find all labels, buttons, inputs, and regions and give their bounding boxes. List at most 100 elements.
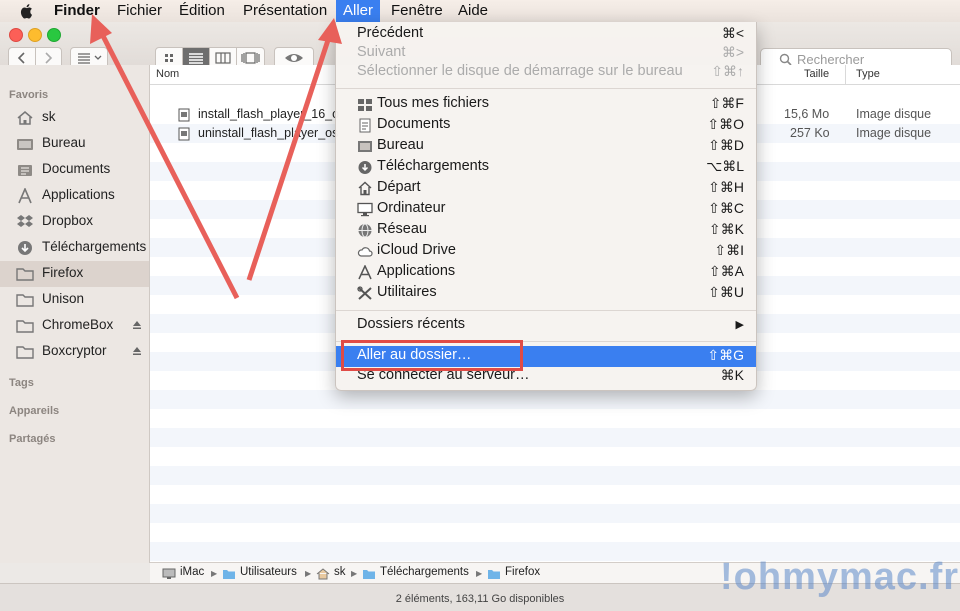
- menu-item-suivant: Suivant ⌘>: [336, 43, 756, 64]
- imac-icon: [162, 568, 176, 579]
- menu-item-telechargements[interactable]: Téléchargements ⌥⌘L: [336, 157, 756, 178]
- menu-item-label: Précédent: [357, 25, 424, 41]
- menu-item-shortcut: ⇧⌘A: [708, 263, 744, 279]
- sidebar-header-appareils[interactable]: Appareils: [9, 405, 59, 417]
- sidebar-item-firefox[interactable]: Firefox: [0, 261, 149, 287]
- sidebar-item-boxcryptor[interactable]: Boxcryptor: [0, 339, 149, 365]
- sidebar-header-tags[interactable]: Tags: [9, 377, 34, 389]
- folder-icon: [16, 346, 34, 359]
- menu-item-shortcut: ⇧⌘D: [708, 137, 744, 153]
- file-name: uninstall_flash_player_os: [198, 126, 339, 140]
- path-item-telechargements[interactable]: Téléchargements: [380, 566, 469, 578]
- folder-icon: [16, 320, 34, 333]
- menu-item-reseau[interactable]: Réseau ⇧⌘K: [336, 220, 756, 241]
- close-button[interactable]: [9, 28, 23, 42]
- menu-aller[interactable]: Aller: [336, 0, 381, 22]
- documents-icon: [359, 118, 371, 133]
- menu-aide[interactable]: Aide: [458, 0, 488, 22]
- apple-icon[interactable]: [20, 3, 35, 19]
- column-divider: [845, 65, 846, 84]
- eject-icon[interactable]: [132, 320, 142, 330]
- menu-item-bureau[interactable]: Bureau ⇧⌘D: [336, 136, 756, 157]
- menu-item-shortcut: ⌘K: [720, 367, 744, 383]
- menu-item-shortcut: ⇧⌘↑: [711, 63, 744, 79]
- menu-item-depart[interactable]: Départ ⇧⌘H: [336, 178, 756, 199]
- path-separator-icon: ▶: [211, 569, 218, 578]
- path-separator-icon: ▶: [305, 569, 312, 578]
- sidebar-item-dropbox[interactable]: Dropbox: [0, 209, 149, 235]
- column-size[interactable]: Taille: [804, 68, 829, 80]
- menu-item-shortcut: ⌥⌘L: [706, 158, 744, 174]
- sidebar-item-label: Dropbox: [42, 213, 94, 228]
- menu-item-precedent[interactable]: Précédent ⌘<: [336, 24, 756, 45]
- menu-fenetre[interactable]: Fenêtre: [391, 0, 443, 22]
- zoom-button[interactable]: [47, 28, 61, 42]
- column-type[interactable]: Type: [856, 68, 880, 80]
- menu-item-label: Bureau: [377, 137, 424, 153]
- menu-item-label: Ordinateur: [377, 200, 446, 216]
- sidebar-item-label: Documents: [42, 161, 111, 176]
- minimize-button[interactable]: [28, 28, 42, 42]
- network-icon: [358, 223, 372, 238]
- menu-item-ordinateur[interactable]: Ordinateur ⇧⌘C: [336, 199, 756, 220]
- sidebar-item-label: Bureau: [42, 135, 86, 150]
- menu-item-label: iCloud Drive: [377, 242, 456, 258]
- menu-item-label: Téléchargements: [377, 158, 490, 174]
- menu-item-label: Utilitaires: [377, 284, 437, 300]
- menu-fichier[interactable]: Fichier: [117, 0, 162, 22]
- disk-image-icon: [178, 127, 190, 141]
- sidebar-item-documents[interactable]: Documents: [0, 157, 149, 183]
- downloads-icon: [18, 241, 32, 255]
- file-type: Image disque: [856, 107, 932, 121]
- menu-item-applications[interactable]: Applications ⇧⌘A: [336, 262, 756, 283]
- menu-item-dossiers-recents[interactable]: Dossiers récents ▶: [336, 315, 756, 336]
- path-item-imac[interactable]: iMac: [180, 566, 204, 578]
- menu-item-shortcut: ⌘<: [721, 25, 744, 41]
- menu-finder[interactable]: Finder: [54, 0, 100, 22]
- menu-bar: Finder Fichier Édition Présentation Alle…: [0, 0, 960, 23]
- go-menu: Précédent ⌘< Suivant ⌘> Sélectionner le …: [335, 22, 757, 391]
- sidebar-item-label: Firefox: [42, 265, 84, 280]
- applications-icon: [18, 188, 32, 204]
- folder-icon: [16, 294, 34, 307]
- empty-row: [150, 466, 960, 485]
- menu-item-shortcut: ⇧⌘F: [709, 95, 744, 111]
- empty-row: [150, 428, 960, 447]
- folder-icon: [488, 570, 500, 579]
- menu-item-shortcut: ⇧⌘G: [707, 347, 744, 363]
- menu-item-shortcut: ⇧⌘O: [707, 116, 744, 132]
- menu-item-shortcut: ⇧⌘C: [708, 200, 744, 216]
- menu-separator: [336, 88, 756, 89]
- eject-icon[interactable]: [132, 346, 142, 356]
- desktop-folder-icon: [17, 139, 33, 150]
- sidebar-header-partages[interactable]: Partagés: [9, 433, 55, 445]
- path-item-utilisateurs[interactable]: Utilisateurs: [240, 566, 297, 578]
- menu-edition[interactable]: Édition: [179, 0, 225, 22]
- sidebar-item-telechargements[interactable]: Téléchargements: [0, 235, 149, 261]
- home-icon: [17, 111, 33, 125]
- menu-item-icloud-drive[interactable]: iCloud Drive ⇧⌘I: [336, 241, 756, 262]
- sidebar-item-applications[interactable]: Applications: [0, 183, 149, 209]
- menu-item-documents[interactable]: Documents ⇧⌘O: [336, 115, 756, 136]
- sidebar-item-chromebox[interactable]: ChromeBox: [0, 313, 149, 339]
- all-files-icon: [358, 99, 372, 111]
- menu-item-label: Tous mes fichiers: [377, 95, 490, 111]
- menu-item-utilitaires[interactable]: Utilitaires ⇧⌘U: [336, 283, 756, 304]
- column-name[interactable]: Nom: [156, 68, 179, 80]
- folder-icon: [223, 570, 235, 579]
- folder-icon: [363, 570, 375, 579]
- path-item-sk[interactable]: sk: [334, 566, 346, 578]
- sidebar-item-label: Applications: [42, 187, 115, 202]
- menu-separator: [336, 310, 756, 311]
- sidebar-item-unison[interactable]: Unison: [0, 287, 149, 313]
- empty-row: [150, 390, 960, 409]
- menu-item-shortcut: ⇧⌘I: [714, 242, 744, 258]
- sidebar-item-bureau[interactable]: Bureau: [0, 131, 149, 157]
- sidebar-header-favoris: Favoris: [9, 89, 49, 101]
- menu-item-shortcut: ⇧⌘K: [708, 221, 744, 237]
- menu-item-tous-mes-fichiers[interactable]: Tous mes fichiers ⇧⌘F: [336, 94, 756, 115]
- sidebar-item-sk[interactable]: sk: [0, 105, 149, 131]
- path-item-firefox[interactable]: Firefox: [505, 566, 540, 578]
- menu-presentation[interactable]: Présentation: [243, 0, 327, 22]
- applications-icon: [358, 265, 372, 280]
